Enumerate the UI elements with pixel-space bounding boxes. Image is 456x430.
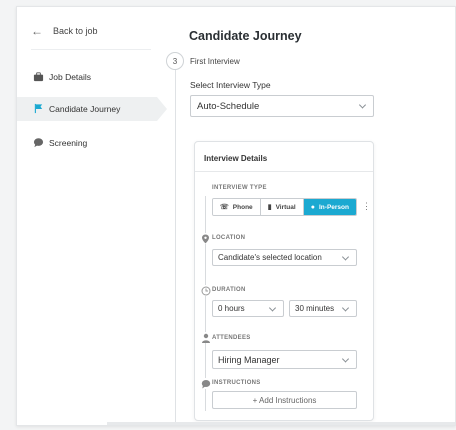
bottom-edge — [107, 422, 455, 425]
flag-icon — [34, 103, 43, 114]
journey-timeline-line — [175, 53, 176, 425]
attendees-select[interactable]: Hiring Manager — [212, 350, 357, 369]
chevron-down-icon — [341, 354, 350, 363]
instructions-section-label: INSTRUCTIONS — [212, 380, 261, 386]
duration-minutes-value: 30 minutes — [295, 304, 335, 313]
phone-type-button[interactable]: ☏ Phone — [213, 199, 261, 215]
phone-type-label: Phone — [232, 203, 253, 211]
sidebar-item-label: Candidate Journey — [49, 104, 121, 114]
attendees-select-value: Hiring Manager — [218, 354, 280, 365]
chat-bubble-icon — [33, 138, 44, 148]
person-icon: ● — [310, 203, 315, 211]
duration-minutes-select[interactable]: 30 minutes — [289, 300, 357, 317]
sidebar-item-label: Screening — [49, 138, 88, 148]
location-pin-icon — [200, 233, 211, 244]
interview-type-toggle: ☏ Phone ▮ Virtual ● In-Person — [212, 198, 357, 216]
interview-details-heading: Interview Details — [195, 142, 373, 172]
in-person-type-button[interactable]: ● In-Person — [303, 199, 356, 215]
briefcase-icon — [33, 72, 44, 82]
location-select-value: Candidate's selected location — [218, 253, 322, 262]
interview-type-select-label: Select Interview Type — [190, 80, 271, 90]
step-label: First Interview — [190, 57, 240, 66]
duration-hours-select[interactable]: 0 hours — [212, 300, 284, 317]
in-person-type-label: In-Person — [319, 203, 349, 211]
phone-icon: ☏ — [220, 204, 229, 211]
sidebar: ← Back to job Job Details Candidate Jour… — [17, 7, 175, 425]
main-content: Candidate Journey First Interview Select… — [189, 7, 455, 425]
attendee-person-icon — [200, 332, 211, 343]
sidebar-item-job-details[interactable]: Job Details — [17, 65, 157, 89]
chevron-down-icon — [341, 303, 350, 312]
chevron-down-icon — [268, 303, 277, 312]
arrow-left-icon: ← — [31, 24, 43, 38]
interview-details-card: Interview Details INTERVIEW TYPE ☏ Phone… — [194, 141, 374, 421]
chevron-down-icon — [341, 252, 350, 261]
page-title: Candidate Journey — [189, 29, 302, 43]
interview-type-select[interactable]: Auto-Schedule — [190, 95, 374, 117]
instructions-chat-icon — [200, 378, 211, 389]
chevron-down-icon — [358, 101, 367, 109]
sidebar-divider — [31, 49, 151, 50]
location-select[interactable]: Candidate's selected location — [212, 249, 357, 266]
back-to-job-link[interactable]: ← Back to job — [31, 25, 98, 37]
clock-icon — [200, 285, 211, 296]
more-options-icon[interactable]: ⋮ — [362, 202, 371, 211]
duration-hours-value: 0 hours — [218, 304, 245, 313]
duration-section-label: DURATION — [212, 287, 246, 293]
sidebar-item-candidate-journey[interactable]: Candidate Journey — [17, 97, 167, 121]
virtual-type-label: Virtual — [275, 203, 296, 211]
location-section-label: LOCATION — [212, 235, 246, 241]
attendees-section-label: ATTENDEES — [212, 335, 251, 341]
step-number-badge: 3 — [166, 52, 184, 70]
sidebar-item-label: Job Details — [49, 72, 92, 82]
add-instructions-button[interactable]: + Add Instructions — [212, 391, 357, 409]
video-icon: ▮ — [267, 204, 272, 211]
back-label: Back to job — [53, 26, 98, 36]
interview-type-section-label: INTERVIEW TYPE — [212, 185, 267, 191]
sidebar-item-screening[interactable]: Screening — [17, 131, 157, 155]
interview-type-select-value: Auto-Schedule — [197, 100, 260, 112]
virtual-type-button[interactable]: ▮ Virtual — [260, 199, 304, 215]
app-window: ← Back to job Job Details Candidate Jour… — [16, 6, 456, 426]
